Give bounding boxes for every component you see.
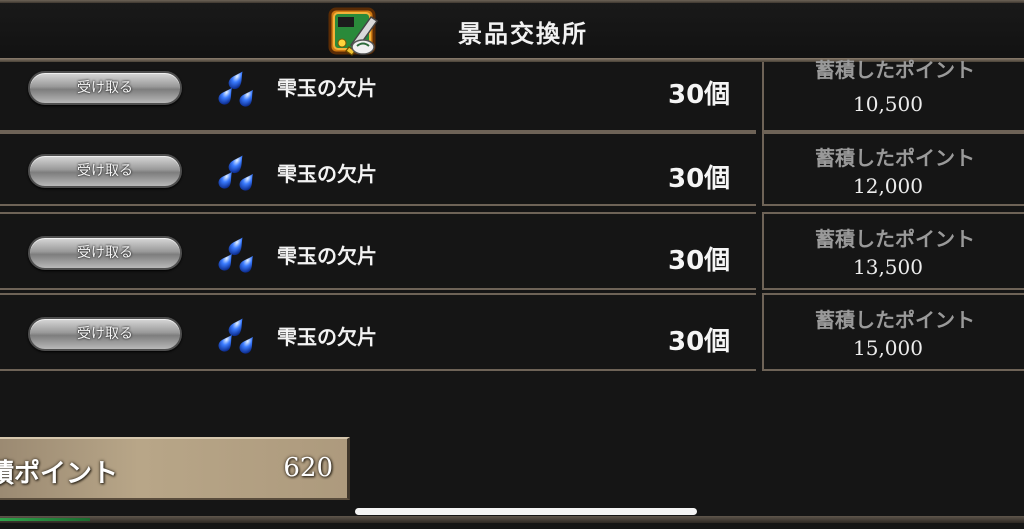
points-panel: 蓄積したポイント 13,500 <box>762 212 1024 290</box>
item-name: 雫玉の欠片 <box>277 76 377 100</box>
total-points-label: 積ポイント <box>0 459 119 489</box>
reward-row-panel: 受け取る 雫玉の欠片 30個 <box>0 293 756 371</box>
reward-row: 受け取る 雫玉の欠片 30個 蓄積したポイント 13,500 <box>0 212 1024 290</box>
item-quantity: 30個 <box>668 80 731 110</box>
water-drops-icon <box>218 237 253 273</box>
claim-button[interactable]: 受け取る <box>28 317 182 351</box>
points-label: 蓄積したポイント <box>815 227 975 251</box>
points-value: 13,500 <box>853 255 923 279</box>
exchange-screen: 景品交換所 受け取る 雫玉の欠片 30個 蓄積したポイント 10,500 受け取… <box>0 0 1024 529</box>
item-quantity: 30個 <box>668 164 731 194</box>
bottom-progress-bar <box>0 518 90 521</box>
item-quantity: 30個 <box>668 327 731 357</box>
reward-row: 受け取る 雫玉の欠片 30個 蓄積したポイント 15,000 <box>0 293 1024 371</box>
claim-button[interactable]: 受け取る <box>28 236 182 270</box>
reward-row: 受け取る 雫玉の欠片 30個 蓄積したポイント 10,500 <box>0 58 1024 136</box>
points-label: 蓄積したポイント <box>815 146 975 170</box>
points-label: 蓄積したポイント <box>815 58 975 82</box>
bottom-rail <box>0 516 1024 523</box>
points-panel: 蓄積したポイント 10,500 <box>762 58 1024 132</box>
reward-row-panel: 受け取る 雫玉の欠片 30個 <box>0 62 756 132</box>
water-drops-icon <box>218 71 253 107</box>
item-name: 雫玉の欠片 <box>277 244 377 268</box>
water-drops-icon <box>218 318 253 354</box>
reward-row-panel: 受け取る 雫玉の欠片 30個 <box>0 212 756 290</box>
points-value: 10,500 <box>853 92 923 116</box>
points-value: 12,000 <box>853 174 923 198</box>
header-bar: 景品交換所 <box>0 0 1024 62</box>
claim-button[interactable]: 受け取る <box>28 154 182 188</box>
total-points-value: 620 <box>283 453 333 483</box>
reward-row-panel: 受け取る 雫玉の欠片 30個 <box>0 132 756 206</box>
item-name: 雫玉の欠片 <box>277 162 377 186</box>
page-title: 景品交換所 <box>458 20 588 48</box>
claim-button[interactable]: 受け取る <box>28 71 182 105</box>
points-value: 15,000 <box>853 336 923 360</box>
reward-row: 受け取る 雫玉の欠片 30個 蓄積したポイント 12,000 <box>0 132 1024 206</box>
home-indicator[interactable] <box>355 508 697 515</box>
header-top-rail <box>0 0 1024 3</box>
total-points-panel: 積ポイント 620 <box>0 437 350 500</box>
item-name: 雫玉の欠片 <box>277 325 377 349</box>
points-panel: 蓄積したポイント 12,000 <box>762 132 1024 206</box>
points-label: 蓄積したポイント <box>815 308 975 332</box>
points-panel: 蓄積したポイント 15,000 <box>762 293 1024 371</box>
shop-exchange-icon <box>328 7 379 56</box>
item-quantity: 30個 <box>668 246 731 276</box>
water-drops-icon <box>218 155 253 191</box>
